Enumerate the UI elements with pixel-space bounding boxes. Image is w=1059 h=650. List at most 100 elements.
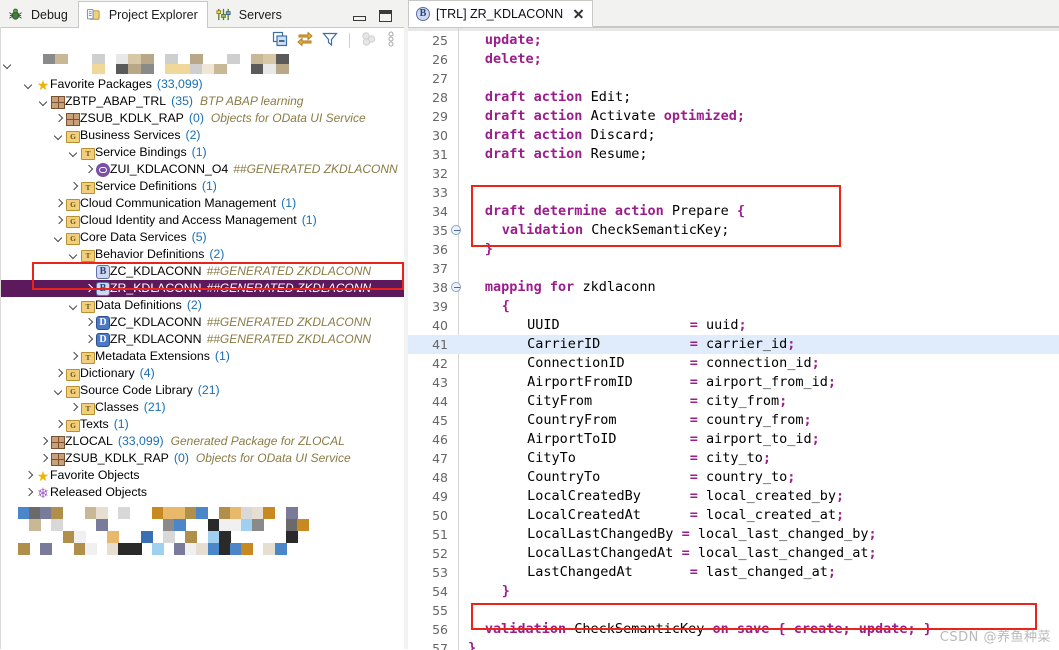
tree-row[interactable]: ZUI_KDLACONN_O4 ##GENERATED ZKDLACONN (0, 161, 404, 178)
code-line[interactable]: 47 CityTo = city_to; (408, 449, 1059, 468)
tree-row[interactable]: D ZR_KDLACONN ##GENERATED ZKDLACONN (0, 331, 404, 348)
expand-arrow[interactable] (83, 283, 94, 294)
code-line[interactable]: 49 LocalCreatedBy = local_created_by; (408, 487, 1059, 506)
expand-arrow[interactable] (23, 487, 34, 498)
code-line[interactable]: 45 CountryFrom = country_from; (408, 411, 1059, 430)
tree-row[interactable]: T Classes (21) (0, 399, 404, 416)
code-line[interactable]: 36} (408, 240, 1059, 259)
collapse-arrow[interactable] (53, 130, 64, 141)
expand-arrow[interactable] (83, 317, 94, 328)
expand-arrow[interactable] (53, 113, 64, 124)
minimize-icon[interactable] (353, 12, 366, 21)
expand-arrow[interactable] (23, 470, 34, 481)
tree-row[interactable]: T Behavior Definitions (2) (0, 246, 404, 263)
link-with-editor-icon[interactable] (297, 31, 313, 50)
collapse-arrow[interactable] (23, 79, 34, 90)
code-line[interactable]: 55 (408, 601, 1059, 620)
expand-arrow[interactable] (83, 164, 94, 175)
collapse-arrow[interactable] (68, 147, 79, 158)
expand-arrow[interactable] (53, 368, 64, 379)
code-line[interactable]: 42 ConnectionID = connection_id; (408, 354, 1059, 373)
project-tree[interactable]: ★ Favorite Packages (33,099) ZBTP_ABAP_TRL(… (0, 52, 404, 618)
tree-row[interactable]: ★ Favorite Objects (0, 467, 404, 484)
tree-row[interactable]: ★ Favorite Packages (33,099) (0, 76, 404, 93)
code-line[interactable]: 53 LastChangedAt = last_changed_at; (408, 563, 1059, 582)
tree-row[interactable]: D ZC_KDLACONN ##GENERATED ZKDLACONN (0, 314, 404, 331)
maximize-icon[interactable] (379, 10, 392, 22)
code-line[interactable]: 38 mapping for zkdlaconn (408, 278, 1059, 297)
group-icon[interactable] (361, 31, 377, 50)
collapse-arrow[interactable] (38, 96, 49, 107)
code-line[interactable]: 26 delete; (408, 50, 1059, 69)
code-line[interactable]: 25 update; (408, 31, 1059, 50)
expand-arrow[interactable] (68, 351, 79, 362)
code-line[interactable]: 30 draft action Discard; (408, 126, 1059, 145)
code-line[interactable]: 39 { (408, 297, 1059, 316)
expand-arrow[interactable] (68, 181, 79, 192)
tree-row[interactable]: G Cloud Identity and Access Management (1) (0, 212, 404, 229)
tree-row-selected[interactable]: B ZR_KDLACONN ##GENERATED ZKDLACONN (0, 280, 404, 297)
expand-arrow[interactable] (83, 334, 94, 345)
code-line[interactable]: 35 validation CheckSemanticKey; (408, 221, 1059, 240)
code-line[interactable]: 50 LocalCreatedAt = local_created_at; (408, 506, 1059, 525)
code-line[interactable]: 51 LocalLastChangedBy = local_last_change… (408, 525, 1059, 544)
code-line[interactable]: 41 CarrierID = carrier_id; (408, 335, 1059, 354)
tree-row[interactable]: ZBTP_ABAP_TRL (35) BTP ABAP learning (0, 93, 404, 110)
expand-arrow[interactable] (38, 453, 49, 464)
fold-marker-icon[interactable] (451, 225, 461, 235)
code-line[interactable]: 32 (408, 164, 1059, 183)
code-line[interactable]: 29 draft action Activate optimized; (408, 107, 1059, 126)
tree-row[interactable]: G Cloud Communication Management (1) (0, 195, 404, 212)
code-line[interactable]: 48 CountryTo = country_to; (408, 468, 1059, 487)
tree-row[interactable]: G Texts (1) (0, 416, 404, 433)
tree-node-label: Favorite Objects (50, 468, 140, 482)
tree-row[interactable]: ❄ Released Objects (0, 484, 404, 501)
collapse-arrow[interactable] (53, 232, 64, 243)
editor-tab-zr-kdlaconn[interactable]: B [TRL] ZR_KDLACONN (408, 0, 594, 27)
code-line[interactable]: 44 CityFrom = city_from; (408, 392, 1059, 411)
collapse-arrow[interactable] (68, 300, 79, 311)
tree-row[interactable]: T Data Definitions (2) (0, 297, 404, 314)
expand-arrow[interactable] (68, 402, 79, 413)
tree-row[interactable]: G Dictionary (4) (0, 365, 404, 382)
expand-arrow[interactable] (53, 215, 64, 226)
expand-arrow[interactable] (38, 436, 49, 447)
tree-row[interactable]: G Core Data Services (5) (0, 229, 404, 246)
code-line[interactable]: 54} (408, 582, 1059, 601)
code-line[interactable]: 27 (408, 69, 1059, 88)
close-icon[interactable] (572, 7, 585, 20)
code-line[interactable]: 28 draft action Edit; (408, 88, 1059, 107)
tree-row[interactable]: ZLOCAL (33,099) Generated Package for ZLOC… (0, 433, 404, 450)
fold-marker-icon[interactable] (451, 282, 461, 292)
tree-row[interactable]: T Service Definitions (1) (0, 178, 404, 195)
code-line[interactable]: 34 draft determine action Prepare { (408, 202, 1059, 221)
code-line[interactable]: 33 (408, 183, 1059, 202)
filter-icon[interactable] (322, 31, 338, 50)
tree-row[interactable]: B ZC_KDLACONN ##GENERATED ZKDLACONN (0, 263, 404, 280)
tree-row[interactable]: ZSUB_KDLK_RAP (0) Objects for OData UI Ser… (0, 450, 404, 467)
collapse-arrow[interactable] (53, 385, 64, 396)
code-line[interactable]: 52 LocalLastChangedAt = local_last_change… (408, 544, 1059, 563)
code-line[interactable]: 37 (408, 259, 1059, 278)
code-line[interactable]: 40 UUID = uuid; (408, 316, 1059, 335)
view-menu-icon[interactable] (386, 30, 396, 50)
tree-row[interactable]: T Metadata Extensions (1) (0, 348, 404, 365)
collapse-arrow[interactable] (68, 249, 79, 260)
tab-servers[interactable]: Servers (208, 1, 292, 27)
tab-debug[interactable]: Debug (0, 1, 78, 27)
tree-row[interactable]: G Source Code Library (21) (0, 382, 404, 399)
tree-row[interactable]: ZSUB_KDLK_RAP (0) Objects for OData UI Ser… (0, 110, 404, 127)
tree-row[interactable]: T Service Bindings (1) (0, 144, 404, 161)
expand-arrow[interactable] (2, 59, 13, 70)
tab-project-explorer[interactable]: Project Explorer (77, 1, 208, 28)
expand-arrow[interactable] (53, 419, 64, 430)
expand-arrow[interactable] (53, 198, 64, 209)
code-line[interactable]: 43 AirportFromID = airport_from_id; (408, 373, 1059, 392)
collapse-all-icon[interactable] (272, 31, 288, 50)
code-line[interactable]: 46 AirportToID = airport_to_id; (408, 430, 1059, 449)
code-line[interactable]: 31 draft action Resume; (408, 145, 1059, 164)
code-text-area[interactable]: 25 update; 26 delete; 27 28 draft action Edit;… (408, 28, 1059, 650)
tree-row-blurred[interactable] (2, 56, 15, 73)
line-number: 57 (432, 641, 448, 650)
tree-row[interactable]: G Business Services (2) (0, 127, 404, 144)
